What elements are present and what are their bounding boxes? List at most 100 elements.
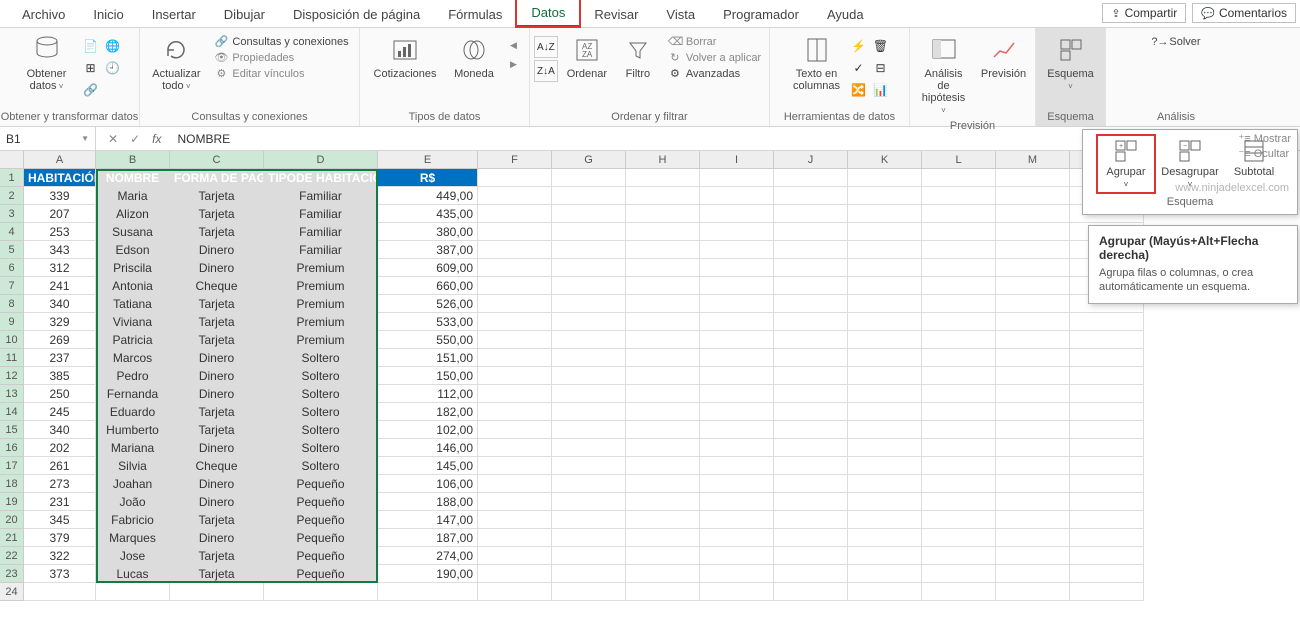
cell[interactable] xyxy=(922,295,996,313)
mostrar-item[interactable]: ⁺≡ Mostrar xyxy=(1238,132,1291,145)
cell[interactable]: 150,00 xyxy=(378,367,478,385)
cell[interactable] xyxy=(922,403,996,421)
cell[interactable]: Maria xyxy=(96,187,170,205)
cell[interactable] xyxy=(700,187,774,205)
cell[interactable] xyxy=(774,295,848,313)
cell[interactable] xyxy=(1070,439,1144,457)
cell[interactable]: Viviana xyxy=(96,313,170,331)
cell[interactable] xyxy=(552,277,626,295)
cell[interactable] xyxy=(478,349,552,367)
cell[interactable] xyxy=(996,295,1070,313)
cell[interactable] xyxy=(626,511,700,529)
cell[interactable] xyxy=(552,223,626,241)
cell[interactable]: Soltero xyxy=(264,349,378,367)
cell[interactable] xyxy=(478,295,552,313)
cell[interactable]: Soltero xyxy=(264,421,378,439)
cell[interactable] xyxy=(848,259,922,277)
consultas-item[interactable]: 🔗Consultas y conexiones xyxy=(210,34,352,49)
propiedades-item[interactable]: 👁Propiedades xyxy=(210,50,352,65)
cell[interactable]: 102,00 xyxy=(378,421,478,439)
cell[interactable]: Tatiana xyxy=(96,295,170,313)
cell[interactable]: Dinero xyxy=(170,367,264,385)
cell[interactable]: Soltero xyxy=(264,385,378,403)
cell[interactable]: Pequeño xyxy=(264,511,378,529)
cell[interactable] xyxy=(626,439,700,457)
cell[interactable]: 182,00 xyxy=(378,403,478,421)
cell[interactable] xyxy=(552,169,626,187)
cell[interactable] xyxy=(996,205,1070,223)
recent-icon[interactable]: 🕘 xyxy=(103,58,123,78)
cell[interactable] xyxy=(552,241,626,259)
cell[interactable]: Tarjeta xyxy=(170,565,264,583)
cell[interactable]: Pequeño xyxy=(264,529,378,547)
cell[interactable] xyxy=(700,385,774,403)
cell[interactable]: 345 xyxy=(24,511,96,529)
cell[interactable]: 435,00 xyxy=(378,205,478,223)
cell[interactable] xyxy=(922,565,996,583)
cell[interactable] xyxy=(700,331,774,349)
cell[interactable] xyxy=(626,547,700,565)
cell[interactable]: Eduardo xyxy=(96,403,170,421)
relations-icon[interactable]: 🔀 xyxy=(849,80,869,100)
cell[interactable] xyxy=(552,313,626,331)
cell[interactable] xyxy=(848,439,922,457)
tab-ayuda[interactable]: Ayuda xyxy=(813,2,878,27)
cell[interactable] xyxy=(774,421,848,439)
cell[interactable]: 385 xyxy=(24,367,96,385)
row-header[interactable]: 7 xyxy=(0,277,24,295)
cell[interactable] xyxy=(478,421,552,439)
row-header[interactable]: 12 xyxy=(0,367,24,385)
cell[interactable]: Tarjeta xyxy=(170,547,264,565)
cell[interactable] xyxy=(774,169,848,187)
cell[interactable]: Fabricio xyxy=(96,511,170,529)
cell[interactable] xyxy=(996,547,1070,565)
cell[interactable] xyxy=(626,565,700,583)
cell[interactable]: Dinero xyxy=(170,259,264,277)
cell[interactable] xyxy=(700,295,774,313)
cell[interactable] xyxy=(1070,475,1144,493)
cell[interactable] xyxy=(552,295,626,313)
cell[interactable]: João xyxy=(96,493,170,511)
editar-vinculos-item[interactable]: ⚙Editar vínculos xyxy=(210,66,352,81)
existing-icon[interactable]: 🔗 xyxy=(81,80,101,100)
cell[interactable]: Dinero xyxy=(170,349,264,367)
row-header[interactable]: 11 xyxy=(0,349,24,367)
cell[interactable] xyxy=(700,565,774,583)
data-model-icon[interactable]: 📊 xyxy=(871,80,891,100)
row-header[interactable]: 1 xyxy=(0,169,24,187)
cell[interactable]: Tarjeta xyxy=(170,295,264,313)
cell[interactable]: Cheque xyxy=(170,457,264,475)
cell[interactable] xyxy=(1070,547,1144,565)
cell[interactable]: Premium xyxy=(264,313,378,331)
cell[interactable] xyxy=(552,511,626,529)
cell[interactable] xyxy=(700,313,774,331)
row-header[interactable]: 5 xyxy=(0,241,24,259)
cell[interactable] xyxy=(700,583,774,601)
row-header[interactable]: 18 xyxy=(0,475,24,493)
cell[interactable] xyxy=(1070,313,1144,331)
cell[interactable] xyxy=(774,385,848,403)
cell[interactable]: Premium xyxy=(264,277,378,295)
solver-item[interactable]: ?→Solver xyxy=(1147,32,1204,49)
cell[interactable] xyxy=(626,421,700,439)
cell[interactable] xyxy=(264,583,378,601)
cell[interactable] xyxy=(700,259,774,277)
prevision-button[interactable]: Previsión xyxy=(977,32,1031,82)
tab-archivo[interactable]: Archivo xyxy=(8,2,79,27)
borrar-item[interactable]: ⌫Borrar xyxy=(664,34,765,49)
cell[interactable]: Pequeño xyxy=(264,493,378,511)
cell[interactable] xyxy=(1070,511,1144,529)
col-header-H[interactable]: H xyxy=(626,151,700,169)
cell[interactable] xyxy=(478,259,552,277)
cell[interactable] xyxy=(922,331,996,349)
row-header[interactable]: 17 xyxy=(0,457,24,475)
row-header[interactable]: 15 xyxy=(0,421,24,439)
cell[interactable]: 340 xyxy=(24,421,96,439)
cell[interactable] xyxy=(996,223,1070,241)
cell[interactable] xyxy=(478,475,552,493)
cell[interactable] xyxy=(1070,457,1144,475)
agrupar-button[interactable]: + Agrupar˅ xyxy=(1098,136,1154,192)
cell[interactable] xyxy=(848,187,922,205)
cotizaciones-button[interactable]: Cotizaciones xyxy=(370,32,440,82)
cell[interactable] xyxy=(552,259,626,277)
